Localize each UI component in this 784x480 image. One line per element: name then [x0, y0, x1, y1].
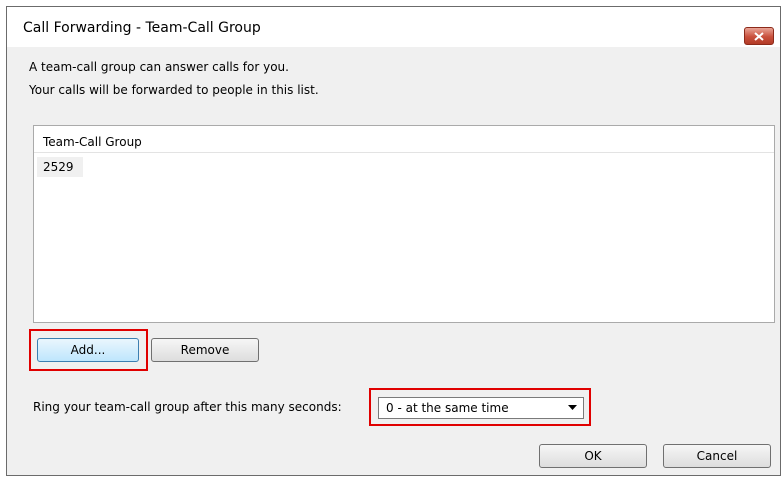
list-item[interactable]: 2529: [37, 157, 83, 177]
list-header-label: Team-Call Group: [43, 135, 142, 149]
ring-delay-label: Ring your team-call group after this man…: [33, 400, 342, 414]
ring-delay-select[interactable]: 0 - at the same time: [378, 397, 584, 419]
cancel-button[interactable]: Cancel: [663, 444, 771, 468]
list-column-header[interactable]: Team-Call Group: [34, 126, 774, 153]
close-icon: [754, 31, 764, 41]
close-button[interactable]: [744, 27, 774, 45]
description-line-2: Your calls will be forwarded to people i…: [29, 83, 319, 97]
remove-button[interactable]: Remove: [151, 338, 259, 362]
team-call-group-list[interactable]: Team-Call Group 2529: [33, 125, 775, 323]
chevron-down-icon: [568, 405, 577, 410]
title-bar: Call Forwarding - Team-Call Group: [7, 7, 780, 47]
ok-button[interactable]: OK: [539, 444, 647, 468]
list-item-label: 2529: [43, 160, 74, 174]
ring-delay-value: 0 - at the same time: [386, 401, 509, 415]
dialog-title: Call Forwarding - Team-Call Group: [23, 20, 261, 36]
description-line-1: A team-call group can answer calls for y…: [29, 60, 289, 74]
call-forwarding-dialog: Call Forwarding - Team-Call Group A team…: [6, 6, 781, 476]
add-button[interactable]: Add...: [37, 338, 139, 362]
